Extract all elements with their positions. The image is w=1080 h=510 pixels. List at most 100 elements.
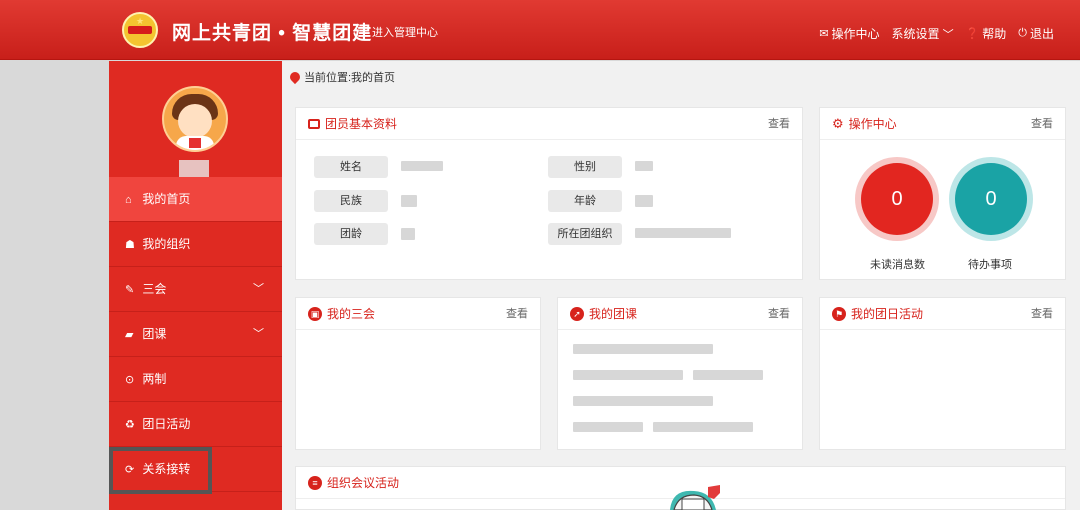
panel-header: ➚ 我的团课 查看 [558,298,802,330]
field-label-gender: 性别 [548,156,622,178]
top-bar: ★ 网上共青团 • 智慧团建 进入管理中心 ✉ 操作中心 系统设置 ﹀ ❓ 帮助… [0,0,1080,60]
view-link[interactable]: 查看 [768,108,790,140]
unread-count-badge[interactable]: 0 [861,163,933,235]
field-value-blurred [401,228,415,240]
chevron-down-icon: ﹀ [253,328,264,340]
view-link[interactable]: 查看 [1031,108,1053,140]
system-settings-label: 系统设置 [891,27,940,41]
blurred-course-line [573,370,683,380]
panel-title: ➚ 我的团课 [570,298,637,330]
cup-icon: ▣ [308,306,322,321]
chevron-down-icon: ﹀ [942,28,954,41]
sidebar-item-label: 团日活动 [142,417,191,431]
avatar[interactable] [162,86,228,152]
recycle-icon: ♻ [125,419,135,431]
field-value-blurred [401,195,417,207]
blurred-course-line [693,370,763,380]
view-link[interactable]: 查看 [768,298,790,330]
breadcrumb-text: 当前位置:我的首页 [304,72,396,84]
sidebar-menu: ⌂ 我的首页 ☗ 我的组织 ✎ 三会 ﹀ ▰ 团课 ﹀ ⊙ 两制 ♻ 团日活动 … [109,177,282,492]
todo-count-badge[interactable]: 0 [955,163,1027,235]
field-value-blurred [635,228,731,238]
folder-icon: ▰ [125,329,134,341]
top-nav: ✉ 操作中心 系统设置 ﹀ ❓ 帮助 ⏻ 退出 [819,25,1054,42]
ops-center-label: 操作中心 [831,27,880,41]
home-icon: ⌂ [125,194,132,206]
panel-title-label: 我的三会 [327,306,376,321]
chevron-down-icon: ﹀ [253,283,264,295]
sidebar-item-three-meetings[interactable]: ✎ 三会 ﹀ [109,267,282,312]
panel-title-label: 我的团课 [589,306,638,321]
view-link[interactable]: 查看 [506,298,528,330]
refresh-icon: ⟳ [125,464,135,476]
panel-title-label: 团员基本资料 [325,116,398,131]
edit-icon: ✎ [125,284,135,296]
help-illustration-icon [670,485,720,510]
sidebar-item-label: 三会 [142,282,167,296]
panel-title-label: 组织会议活动 [327,475,400,490]
league-logo-icon: ★ [122,12,158,48]
field-value-blurred [401,161,443,171]
help-label: 帮助 [982,27,1007,41]
logout-link[interactable]: ⏻ 退出 [1018,25,1054,42]
league-class-panel: ➚ 我的团课 查看 [557,297,803,450]
panel-title: ⚙ 操作中心 [832,108,897,140]
site-title: 网上共青团 • 智慧团建 [172,23,373,44]
sidebar-item-label: 关系接转 [142,462,191,476]
breadcrumb: 当前位置:我的首页 [287,69,396,85]
list-icon: ≡ [308,475,322,490]
sidebar-item-transfer[interactable]: ⟳ 关系接转 [109,447,282,492]
id-card-icon [308,118,320,129]
main-content: 当前位置:我的首页 团员基本资料 查看 姓名 性别 民族 年龄 团龄 所在团组织… [282,61,1080,510]
system-settings-menu[interactable]: 系统设置 ﹀ [892,25,954,42]
field-label-name: 姓名 [314,156,388,178]
sidebar-item-home[interactable]: ⌂ 我的首页 [109,177,282,222]
field-label-age: 年龄 [548,190,622,212]
group-icon: ☗ [125,239,135,251]
sidebar-item-two-systems[interactable]: ⊙ 两制 [109,357,282,402]
sidebar-item-label: 我的组织 [142,237,191,251]
panel-header: ⚙ 操作中心 查看 [820,108,1065,140]
panel-title: 团员基本资料 [308,108,397,140]
sidebar-item-label: 我的首页 [142,192,191,206]
field-value-blurred [635,195,653,207]
sidebar-item-league-class[interactable]: ▰ 团课 ﹀ [109,312,282,357]
field-label-organization: 所在团组织 [548,223,622,245]
blurred-course-line [573,396,713,406]
ops-center-link[interactable]: ✉ 操作中心 [819,25,879,42]
ops-panel: ⚙ 操作中心 查看 0 0 未读消息数 待办事项 [819,107,1066,280]
view-link[interactable]: 查看 [1031,298,1053,330]
field-value-blurred [635,161,653,171]
blurred-course-line [573,344,713,354]
panel-title: ⚑ 我的团日活动 [832,298,923,330]
power-icon: ⏻ [1018,27,1027,39]
panel-title-label: 操作中心 [848,116,897,131]
panel-header: 团员基本资料 查看 [296,108,802,140]
panel-title: ▣ 我的三会 [308,298,375,330]
field-label-ethnicity: 民族 [314,190,388,212]
panel-title: ≡ 组织会议活动 [308,467,399,499]
panel-title-label: 我的团日活动 [851,306,924,321]
todo-label: 待办事项 [968,259,1012,271]
blurred-course-line [573,422,643,432]
location-pin-icon [287,69,303,85]
target-icon: ⊙ [125,374,135,386]
enter-admin-link[interactable]: 进入管理中心 [372,24,438,40]
sidebar-item-organization[interactable]: ☗ 我的组织 [109,222,282,267]
help-link[interactable]: ❓ 帮助 [966,25,1007,42]
sidebar-item-label: 团课 [142,327,167,341]
blurred-course-line [653,422,753,432]
sidebar: ⌂ 我的首页 ☗ 我的组织 ✎ 三会 ﹀ ▰ 团课 ﹀ ⊙ 两制 ♻ 团日活动 … [109,61,282,510]
three-meetings-panel: ▣ 我的三会 查看 [295,297,541,450]
question-icon: ❓ [965,28,980,40]
sidebar-item-label: 两制 [142,372,167,386]
panel-header: ⚑ 我的团日活动 查看 [820,298,1065,330]
rocket-icon: ➚ [570,306,584,321]
gear-icon: ⚙ [832,115,844,131]
mail-icon: ✉ [819,28,829,40]
field-label-league-age: 团龄 [314,223,388,245]
profile-panel: 团员基本资料 查看 姓名 性别 民族 年龄 团龄 所在团组织 [295,107,803,280]
panel-header: ▣ 我的三会 查看 [296,298,540,330]
league-day-panel: ⚑ 我的团日活动 查看 [819,297,1066,450]
sidebar-item-league-day[interactable]: ♻ 团日活动 [109,402,282,447]
